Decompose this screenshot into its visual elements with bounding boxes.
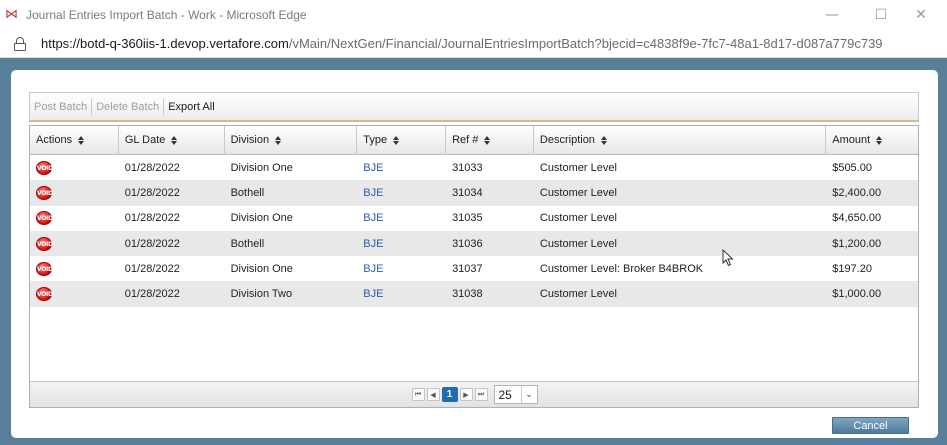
cell-division: Bothell [230, 186, 265, 199]
cell-ref: 31037 [452, 262, 483, 275]
sort-icon [393, 136, 400, 145]
cell-ref: 31033 [452, 161, 483, 174]
next-page-icon[interactable]: ▶ [459, 388, 473, 401]
void-icon[interactable]: VOID [36, 261, 53, 276]
journal-entries-grid: Actions GL Date Division Type Ref # Desc… [29, 125, 919, 408]
sort-icon [484, 136, 491, 145]
cell-type-link[interactable]: BJE [357, 238, 446, 250]
cell-description: Customer Level [539, 288, 617, 301]
cell-amount: $197.20 [832, 262, 872, 275]
cell-type-link[interactable]: BJE [357, 212, 446, 224]
cell-gl-date: 01/28/2022 [124, 186, 180, 199]
cell-division: Division One [230, 212, 293, 225]
last-page-icon[interactable]: ⏭ [474, 388, 488, 401]
sort-icon [78, 136, 85, 145]
post-batch-button[interactable]: Post Batch [30, 98, 93, 115]
void-icon[interactable]: VOID [36, 211, 53, 226]
prev-page-icon[interactable]: ◀ [426, 388, 440, 401]
address-bar[interactable]: https://botd-q-360iis-1.devop.vertafore.… [0, 30, 947, 58]
cell-amount: $505.00 [832, 161, 872, 174]
grid-header: Actions GL Date Division Type Ref # Desc… [30, 126, 918, 155]
cancel-button[interactable]: Cancel [832, 417, 909, 434]
table-row: VOID 01/28/2022 Bothell BJE 31036 Custom… [30, 230, 918, 257]
cell-division: Division One [230, 161, 293, 174]
cell-division: Bothell [230, 237, 265, 250]
cell-ref: 31034 [452, 186, 483, 199]
sort-icon [171, 136, 178, 145]
grid-toolbar: Post Batch Delete Batch Export All [29, 92, 919, 122]
column-header-actions[interactable]: Actions [30, 126, 119, 155]
browser-title-bar: ⋈ Journal Entries Import Batch - Work - … [0, 0, 947, 30]
cell-description: Customer Level [539, 237, 617, 250]
cell-type-link[interactable]: BJE [357, 162, 446, 174]
cell-division: Division Two [230, 288, 293, 301]
void-icon[interactable]: VOID [36, 160, 53, 175]
column-header-gl-date[interactable]: GL Date [119, 126, 225, 155]
cell-gl-date: 01/28/2022 [124, 212, 180, 225]
void-icon[interactable]: VOID [36, 185, 53, 200]
column-header-division[interactable]: Division [225, 126, 358, 155]
first-page-icon[interactable]: ⏮ [411, 388, 425, 401]
cell-gl-date: 01/28/2022 [124, 237, 180, 250]
sort-icon [876, 136, 883, 145]
url-path: /vMain/NextGen/Financial/JournalEntriesI… [288, 36, 883, 51]
cell-type-link[interactable]: BJE [357, 187, 446, 199]
cell-description: Customer Level [539, 212, 617, 225]
grid-pager: ⏮ ◀ 1 ▶ ⏭ 25 ⌄ [30, 381, 918, 407]
cell-description: Customer Level: Broker B4BROK [539, 262, 704, 275]
cell-ref: 31038 [452, 288, 483, 301]
app-logo-icon: ⋈ [5, 7, 18, 22]
column-header-type[interactable]: Type [357, 126, 447, 155]
sort-icon [275, 136, 282, 145]
cell-gl-date: 01/28/2022 [124, 288, 180, 301]
page-size-value: 25 [498, 387, 512, 402]
cell-amount: $1,000.00 [832, 288, 882, 301]
url-text[interactable]: https://botd-q-360iis-1.devop.vertafore.… [41, 36, 883, 51]
cell-description: Customer Level [539, 186, 617, 199]
cell-amount: $1,200.00 [832, 237, 882, 250]
url-host: https://botd-q-360iis-1.devop.vertafore.… [41, 36, 289, 51]
chevron-down-icon[interactable]: ⌄ [520, 386, 537, 403]
cell-gl-date: 01/28/2022 [124, 262, 180, 275]
table-row: VOID 01/28/2022 Division Two BJE 31038 C… [30, 281, 918, 307]
table-row: VOID 01/28/2022 Division One BJE 31033 C… [30, 155, 918, 180]
current-page-number[interactable]: 1 [441, 387, 458, 402]
window-title: Journal Entries Import Batch - Work - Mi… [26, 8, 307, 22]
table-row: VOID 01/28/2022 Bothell BJE 31034 Custom… [30, 180, 918, 206]
export-all-button[interactable]: Export All [164, 99, 218, 115]
column-header-amount[interactable]: Amount [826, 126, 918, 155]
sort-icon [600, 136, 607, 145]
column-header-description[interactable]: Description [534, 126, 827, 155]
table-row: VOID 01/28/2022 Division One BJE 31035 C… [30, 206, 918, 231]
cell-amount: $2,400.00 [832, 186, 882, 199]
column-header-ref[interactable]: Ref # [446, 126, 534, 155]
lock-icon[interactable] [14, 36, 26, 51]
cell-gl-date: 01/28/2022 [124, 161, 180, 174]
void-icon[interactable]: VOID [36, 287, 53, 302]
cell-division: Division One [230, 262, 293, 275]
cell-type-link[interactable]: BJE [357, 263, 446, 275]
import-batch-dialog: Post Batch Delete Batch Export All Actio… [11, 70, 938, 438]
minimize-button[interactable]: — [809, 0, 855, 30]
table-row: VOID 01/28/2022 Division One BJE 31037 C… [30, 256, 918, 281]
cell-ref: 31035 [452, 212, 483, 225]
cell-amount: $4,650.00 [832, 212, 882, 225]
cell-description: Customer Level [539, 161, 617, 174]
grid-body: VOID 01/28/2022 Division One BJE 31033 C… [30, 155, 918, 307]
void-icon[interactable]: VOID [36, 236, 53, 251]
cell-ref: 31036 [452, 237, 483, 250]
close-window-button[interactable]: ✕ [898, 0, 944, 30]
page-size-select[interactable]: 25 ⌄ [493, 385, 538, 404]
cell-type-link[interactable]: BJE [357, 288, 446, 300]
delete-batch-button[interactable]: Delete Batch [92, 98, 165, 115]
